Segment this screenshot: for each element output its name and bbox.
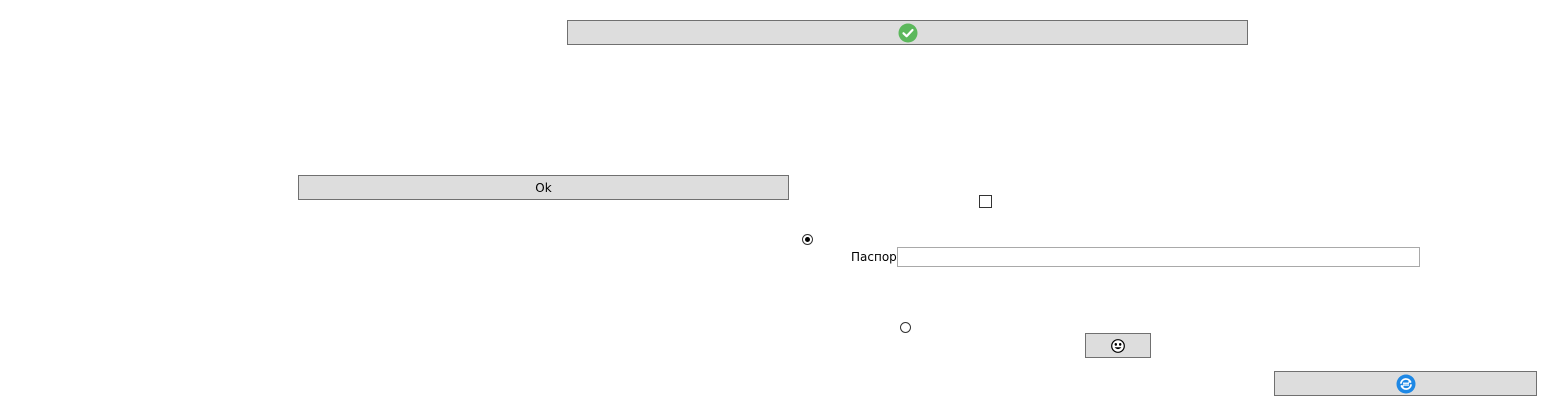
passport-input[interactable]	[897, 247, 1420, 267]
smiley-face-icon	[1111, 338, 1125, 353]
confirm-button[interactable]	[567, 20, 1248, 45]
ok-button[interactable]: Ok	[298, 175, 789, 200]
passport-label: Паспорт	[851, 250, 904, 264]
check-circle-icon	[898, 23, 918, 43]
radio-option-1[interactable]	[802, 234, 813, 245]
checkbox[interactable]	[979, 195, 992, 208]
refresh-button[interactable]	[1274, 371, 1537, 396]
radio-option-2[interactable]	[900, 322, 911, 333]
refresh-cycle-icon	[1396, 374, 1416, 394]
radio-selected-dot	[805, 237, 810, 242]
emoji-button[interactable]	[1085, 333, 1151, 358]
